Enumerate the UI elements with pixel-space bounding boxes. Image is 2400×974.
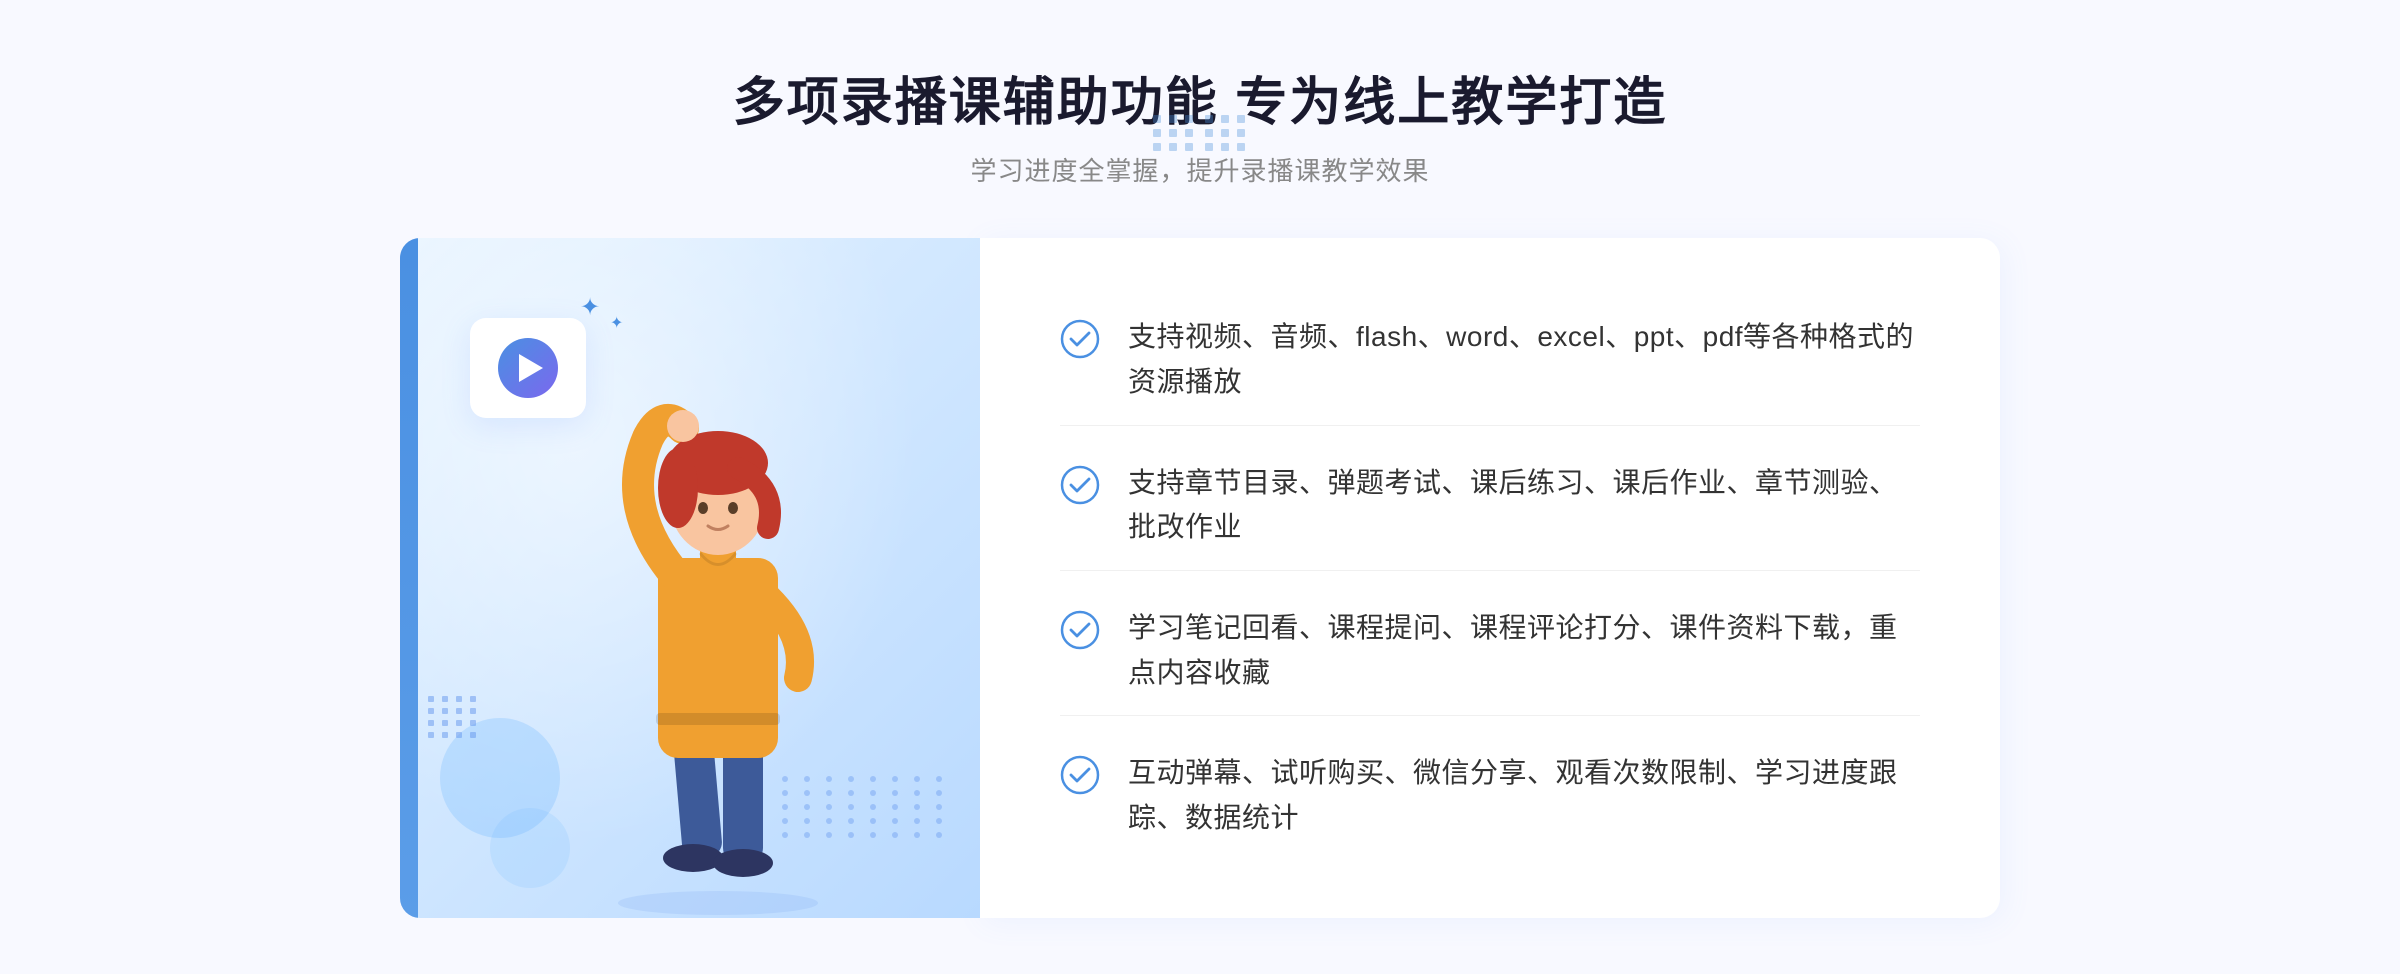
feature-text-1: 支持视频、音频、flash、word、excel、ppt、pdf等各种格式的资源… bbox=[1128, 315, 1920, 405]
feature-item-4: 互动弹幕、试听购买、微信分享、观看次数限制、学习进度跟踪、数据统计 bbox=[1060, 731, 1920, 861]
feature-item-1: 支持视频、音频、flash、word、excel、ppt、pdf等各种格式的资源… bbox=[1060, 295, 1920, 426]
title-row: 多项录播课辅助功能 专为线上教学打造 bbox=[733, 60, 1667, 135]
feature-text-4: 互动弹幕、试听购买、微信分享、观看次数限制、学习进度跟踪、数据统计 bbox=[1128, 751, 1920, 841]
blue-accent-bar bbox=[400, 238, 418, 918]
main-title: 多项录播课辅助功能 专为线上教学打造 bbox=[733, 60, 1667, 135]
subtitle: 学习进度全掌握，提升录播课教学效果 bbox=[733, 151, 1667, 188]
deco-dots-left bbox=[1153, 115, 1195, 151]
check-icon-4 bbox=[1060, 755, 1100, 795]
check-icon-2 bbox=[1060, 465, 1100, 505]
sparkle-decoration-1: ✦ bbox=[580, 293, 600, 322]
check-icon-3 bbox=[1060, 610, 1100, 650]
deco-dots-right bbox=[1205, 115, 1247, 151]
feature-text-2: 支持章节目录、弹题考试、课后练习、课后作业、章节测验、批改作业 bbox=[1128, 461, 1920, 551]
deco-lines bbox=[428, 696, 478, 738]
feature-item-2: 支持章节目录、弹题考试、课后练习、课后作业、章节测验、批改作业 bbox=[1060, 441, 1920, 572]
header-section: 多项录播课辅助功能 专为线上教学打造 学习进度全掌握，提升录播课教学效果 bbox=[733, 60, 1667, 188]
feature-item-3: 学习笔记回看、课程提问、课程评论打分、课件资料下载，重点内容收藏 bbox=[1060, 586, 1920, 717]
illustration-area: ✦ ✦ bbox=[400, 238, 980, 918]
sparkle-decoration-2: ✦ bbox=[610, 313, 623, 333]
content-area: » ✦ ✦ bbox=[400, 238, 2000, 918]
page-container: 多项录播课辅助功能 专为线上教学打造 学习进度全掌握，提升录播课教学效果 » bbox=[0, 0, 2400, 974]
dot-pattern bbox=[782, 776, 950, 838]
check-icon-1 bbox=[1060, 319, 1100, 359]
features-area: 支持视频、音频、flash、word、excel、ppt、pdf等各种格式的资源… bbox=[980, 238, 2000, 918]
feature-text-3: 学习笔记回看、课程提问、课程评论打分、课件资料下载，重点内容收藏 bbox=[1128, 606, 1920, 696]
deco-circle-small bbox=[490, 808, 570, 888]
